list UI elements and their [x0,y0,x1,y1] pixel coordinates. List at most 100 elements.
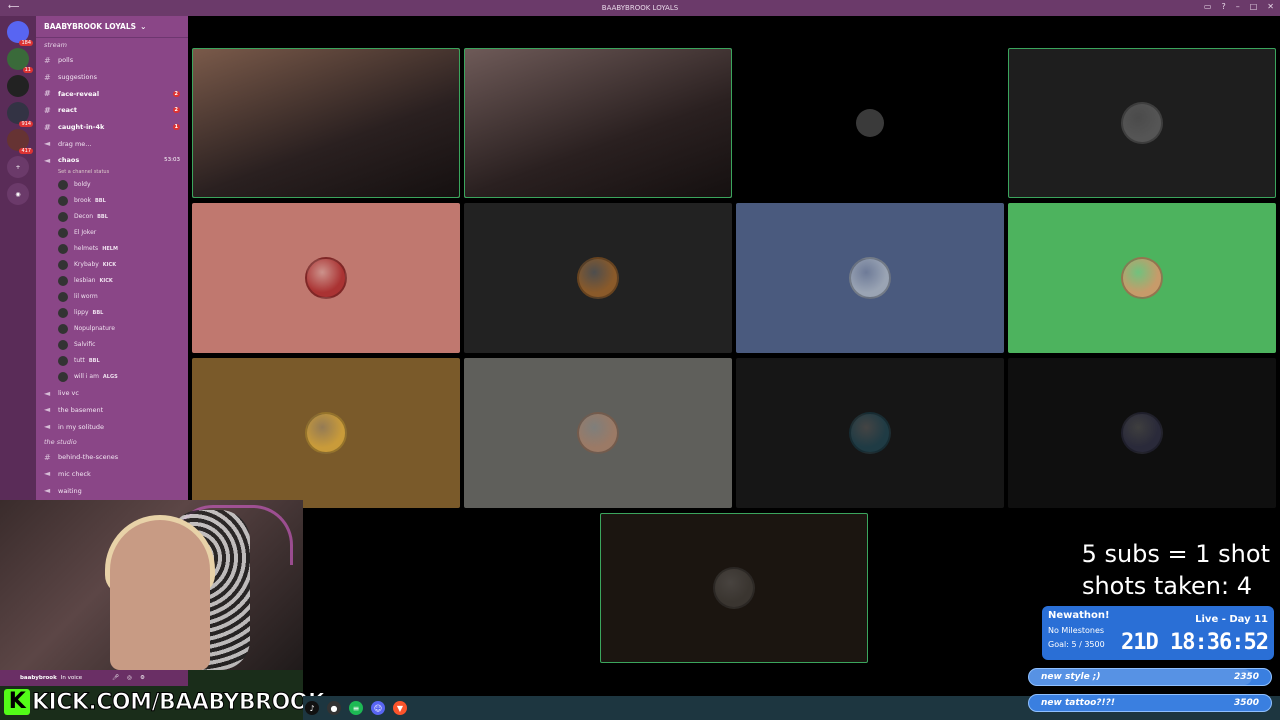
channel-item[interactable]: ◄ in my solitude [36,418,188,435]
chevron-down-icon: ⌄ [140,22,147,31]
server-icon[interactable] [7,75,29,97]
server-icon[interactable]: 184 [7,21,33,46]
participant-tile[interactable] [736,48,1004,198]
speaker-icon: ◄ [44,405,51,415]
voice-user[interactable]: boldy [36,177,188,193]
inbox-icon[interactable]: ▭ [1204,2,1212,11]
channel-suggestions[interactable]: # suggestions [36,69,188,86]
participant-video[interactable] [464,48,732,198]
voice-user-name: tutt [74,357,85,365]
maximize-icon[interactable]: □ [1250,2,1258,11]
newathon-milestones: No Milestones [1048,626,1105,635]
hash-icon: # [44,89,51,99]
kick-branding: K KICK.COM/BAABYBROOK [4,688,326,716]
voice-user[interactable]: Nopulpnature [36,321,188,337]
voice-user[interactable]: tutt BBL [36,353,188,369]
speaker-icon: ◄ [44,422,51,432]
back-icon[interactable]: ⟵ [8,2,19,11]
avatar [849,412,891,454]
shots-taken-text: shots taken: 4 [1081,572,1252,600]
channel-status[interactable]: Set a channel status [36,169,188,177]
voice-user[interactable]: El Joker [36,225,188,241]
voice-user[interactable]: lesbian KICK [36,273,188,289]
hash-icon: # [44,452,51,462]
speaker-icon: ◄ [44,155,51,165]
category-studio[interactable]: the studio [36,435,188,449]
participant-tile[interactable] [464,203,732,353]
server-icon[interactable]: 11 [7,48,33,73]
participant-tile[interactable] [1008,203,1276,353]
subs-rule-text: 5 subs = 1 shot [1081,540,1270,568]
channel-face-reveal[interactable]: # face-reveal 2 [36,85,188,102]
brave-icon[interactable]: ▼ [393,701,407,715]
gear-icon[interactable]: ⚙ [140,675,145,681]
channel-item[interactable]: ◄ mic check [36,466,188,483]
participant-video[interactable] [192,48,460,198]
voice-user[interactable]: Salvific [36,337,188,353]
user-placeholder-icon [856,109,884,137]
channel-item[interactable]: # behind-the-scenes [36,449,188,466]
channel-polls[interactable]: # polls [36,52,188,69]
participant-tile[interactable] [1008,358,1276,508]
participant-tile[interactable] [736,358,1004,508]
avatar [577,412,619,454]
add-server-icon[interactable]: + [7,156,29,178]
channel-item[interactable]: ◄ waiting [36,482,188,499]
participant-tile[interactable] [1008,48,1276,198]
voice-user[interactable]: will i am ALGS [36,369,188,385]
minimize-icon[interactable]: – [1236,2,1240,11]
voice-user-tag: HELM [102,245,118,252]
voice-user[interactable]: Decon BBL [36,209,188,225]
avatar [1121,102,1163,144]
voice-user-name: lesbian [74,277,96,285]
channel-chaos[interactable]: ◄ chaos 53:03 [36,152,188,169]
avatar [58,339,68,350]
goal-bar-tattoo: new tattoo?!?! 3500 [1028,694,1272,712]
avatar [305,257,347,299]
newathon-day: Live - Day 11 [1195,614,1268,625]
channel-label: waiting [58,486,82,495]
newathon-goal: Goal: 5 / 3500 [1048,640,1105,649]
avatar [305,412,347,454]
mic-icon[interactable]: 🎤︎ [112,675,119,681]
participant-tile[interactable] [600,513,868,663]
voice-user[interactable]: helmets HELM [36,241,188,257]
voice-user[interactable]: lil worm [36,289,188,305]
hash-icon: # [44,55,51,65]
participant-tile[interactable] [736,203,1004,353]
newathon-title: Newathon! [1048,610,1110,621]
close-icon[interactable]: ✕ [1267,2,1274,11]
voice-user-name: lippy [74,309,89,317]
channel-label: mic check [58,469,91,478]
category-stream[interactable]: stream [36,38,188,52]
server-icon[interactable]: 914 [7,102,33,127]
guild-header[interactable]: BAABYBROOK LOYALS ⌄ [36,16,188,38]
obs-icon[interactable]: ● [327,701,341,715]
channel-react[interactable]: # react 2 [36,102,188,119]
participant-tile[interactable] [192,358,460,508]
voice-user-name: brook [74,197,91,205]
participant-tile[interactable] [464,358,732,508]
voice-user[interactable]: brook BBL [36,193,188,209]
headphones-icon[interactable]: ◎ [127,675,132,681]
server-icon[interactable]: 417 [7,129,33,154]
tiktok-icon[interactable]: ♪ [305,701,319,715]
streamer-webcam [0,500,303,670]
help-icon[interactable]: ? [1221,2,1225,11]
channel-label: behind-the-scenes [58,453,119,462]
spotify-icon[interactable]: ≡ [349,701,363,715]
channel-label: live vc [58,389,79,398]
goal-value: 3500 [1233,698,1259,708]
voice-user[interactable]: lippy BBL [36,305,188,321]
discord-icon[interactable]: ☺ [371,701,385,715]
discover-icon[interactable]: ◉ [7,183,29,205]
window-titlebar: ⟵ BAABYBROOK LOYALS ▭ ? – □ ✕ [0,0,1280,16]
channel-item[interactable]: ◄ the basement [36,402,188,419]
channel-item[interactable]: ◄ live vc [36,385,188,402]
voice-user[interactable]: Krybaby KICK [36,257,188,273]
avatar [58,259,68,270]
kick-logo: K [4,689,30,715]
channel-caught-in-4k[interactable]: # caught-in-4k 1 [36,119,188,136]
channel-drag-me[interactable]: ◄ drag me... [36,135,188,152]
participant-tile[interactable] [192,203,460,353]
